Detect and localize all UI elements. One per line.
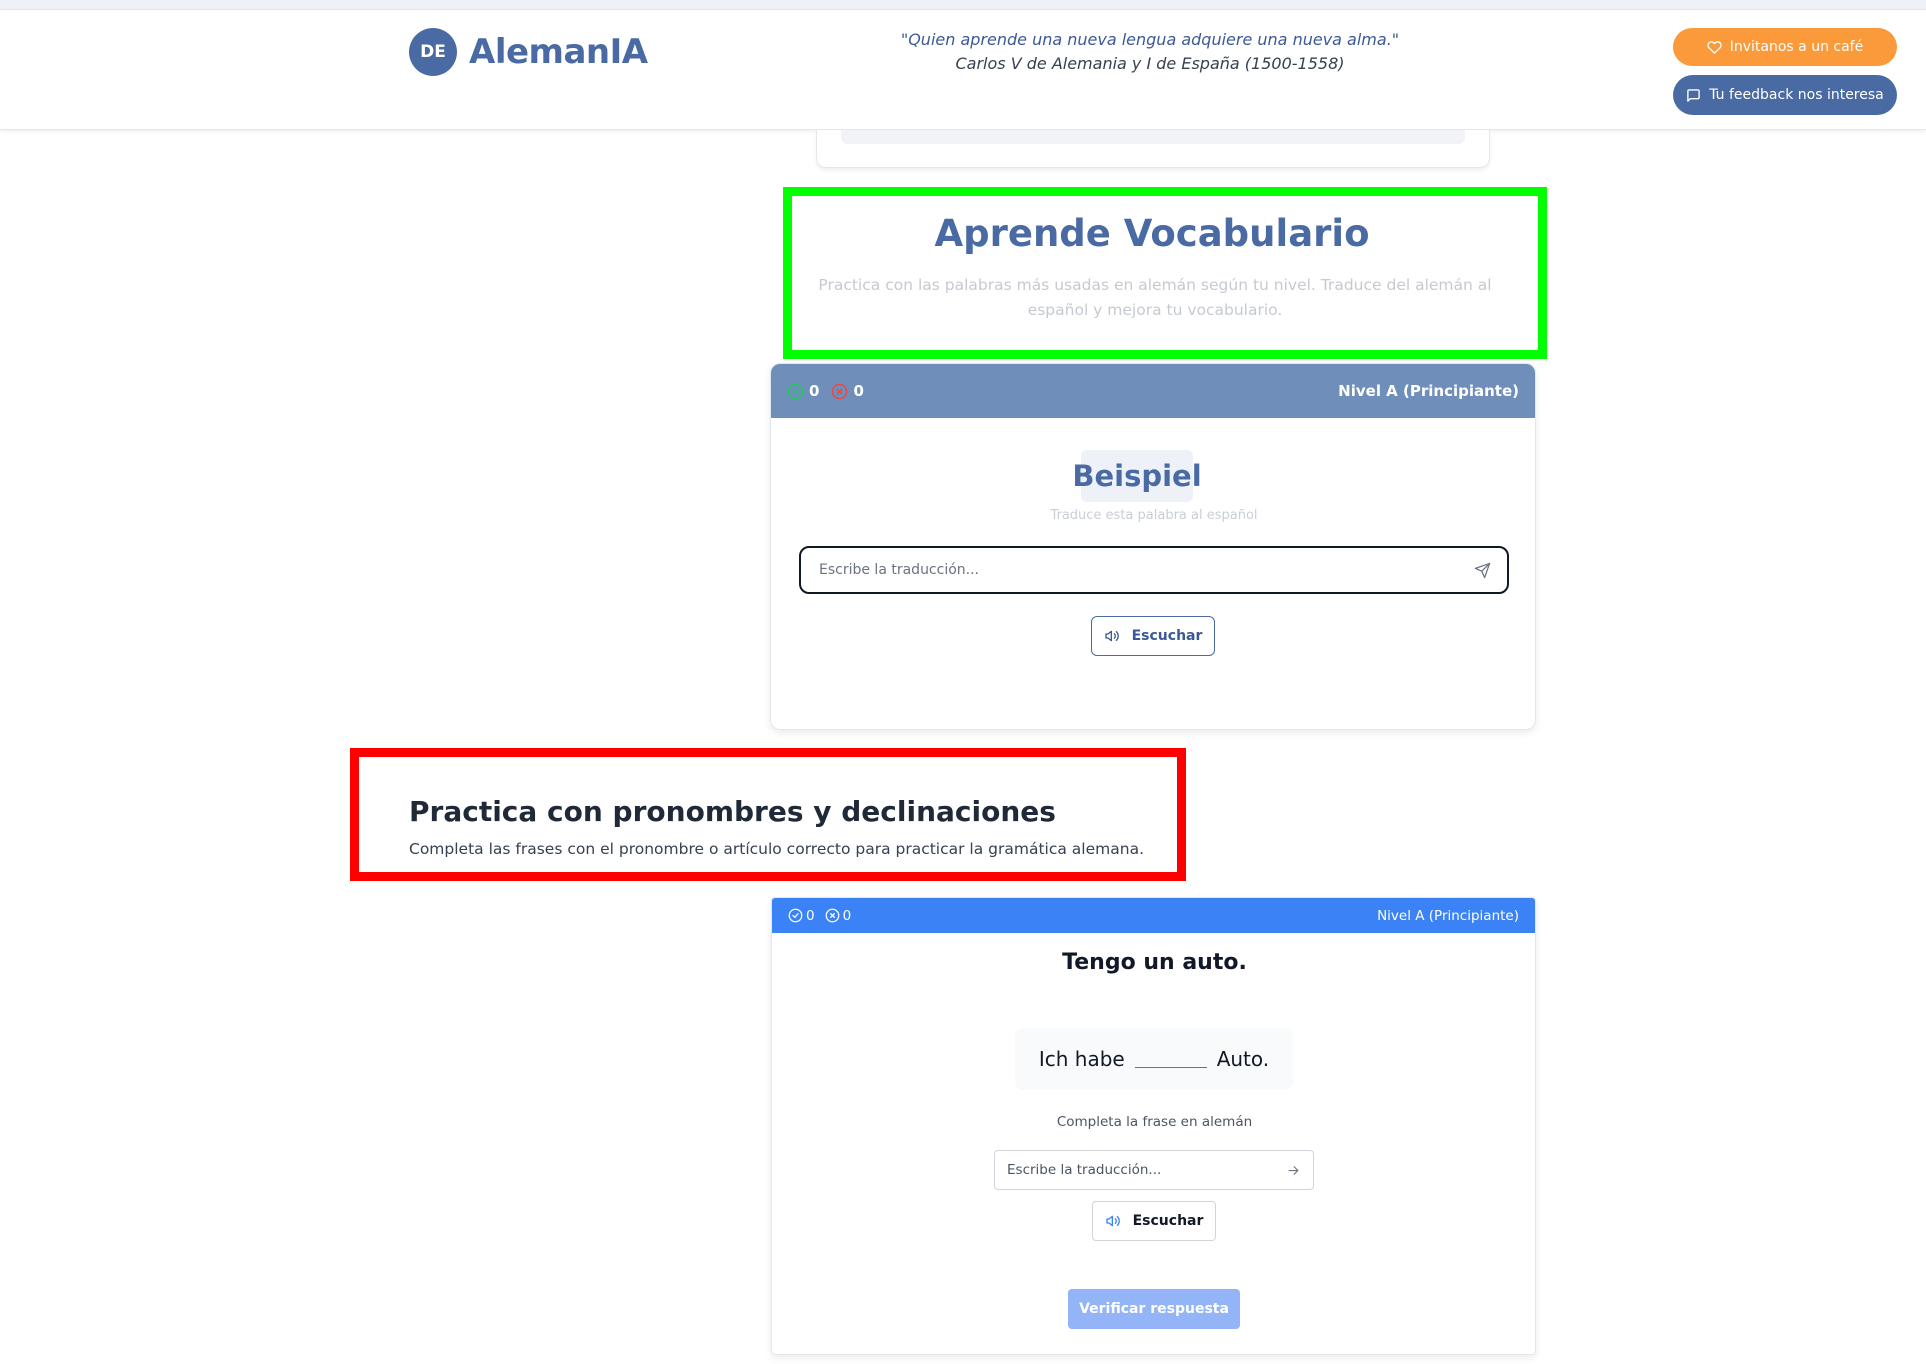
grammar-correct-count: 0 xyxy=(806,907,815,924)
grammar-hint: Completa la frase en alemán xyxy=(1056,1114,1253,1130)
header-quote: "Quien aprende una nueva lengua adquiere… xyxy=(880,28,1420,76)
vocab-listen-button[interactable]: Escuchar xyxy=(1091,616,1215,656)
browser-top-strip xyxy=(0,0,1926,10)
heart-icon xyxy=(1707,40,1722,55)
previous-card-bottom xyxy=(816,130,1490,168)
quote-text: "Quien aprende una nueva lengua adquiere… xyxy=(900,30,1400,49)
vocab-card: 0 0 Nivel A (Principiante) Beispiel Trad… xyxy=(770,363,1536,730)
vocab-scores: 0 0 xyxy=(787,382,864,400)
vocab-correct-count: 0 xyxy=(809,382,820,400)
site-header: DE AlemanIA "Quien aprende una nueva len… xyxy=(0,10,1926,130)
grammar-level: Nivel A (Principiante) xyxy=(1377,907,1519,924)
grammar-scores: 0 0 xyxy=(788,908,851,924)
feedback-label: Tu feedback nos interesa xyxy=(1709,87,1884,103)
site-logo[interactable]: DE AlemanIA xyxy=(409,28,648,76)
quote-author: Carlos V de Alemania y I de España (1500… xyxy=(955,54,1345,73)
buy-coffee-label: Invitanos a un café xyxy=(1729,39,1864,55)
green-highlight-box xyxy=(783,187,1547,359)
grammar-listen-label: Escuchar xyxy=(1132,1213,1204,1229)
send-icon[interactable] xyxy=(1474,562,1491,579)
sentence-part-before: Ich habe xyxy=(1038,1047,1125,1071)
x-circle-icon xyxy=(831,383,848,400)
speaker-icon xyxy=(1105,1213,1121,1229)
grammar-sentence-german: Ich habe Auto. xyxy=(1015,1028,1293,1090)
x-circle-icon xyxy=(825,908,840,923)
vocab-wrong-score: 0 xyxy=(831,382,864,400)
feedback-button[interactable]: Tu feedback nos interesa xyxy=(1673,75,1897,115)
vocab-wrong-count: 0 xyxy=(853,382,864,400)
vocab-hint: Traduce esta palabra al español xyxy=(1050,508,1258,523)
grammar-card: 0 0 Nivel A (Principiante) Tengo un auto… xyxy=(771,897,1536,1355)
vocab-listen-label: Escuchar xyxy=(1131,628,1203,644)
previous-card-bar xyxy=(841,130,1465,144)
grammar-section-subtitle: Completa las frases con el pronombre o a… xyxy=(409,840,1144,858)
grammar-listen-button[interactable]: Escuchar xyxy=(1092,1201,1216,1241)
grammar-input-wrapper xyxy=(994,1150,1314,1190)
buy-coffee-button[interactable]: Invitanos a un café xyxy=(1673,28,1897,66)
vocab-input-wrapper xyxy=(799,546,1509,594)
grammar-section-title: Practica con pronombres y declinaciones xyxy=(409,795,1056,828)
check-circle-icon xyxy=(787,383,804,400)
vocab-correct-score: 0 xyxy=(787,382,819,400)
grammar-wrong-count: 0 xyxy=(842,907,852,924)
vocab-level: Nivel A (Principiante) xyxy=(1338,382,1519,400)
vocab-translation-input[interactable] xyxy=(819,562,1474,578)
grammar-answer-input[interactable] xyxy=(1007,1162,1286,1178)
logo-text: AlemanIA xyxy=(469,32,648,72)
vocab-word: Beispiel xyxy=(1072,450,1202,502)
grammar-correct-score: 0 xyxy=(788,908,815,924)
grammar-wrong-score: 0 xyxy=(825,907,852,924)
speaker-icon xyxy=(1104,628,1120,644)
vocab-card-header: 0 0 Nivel A (Principiante) xyxy=(771,364,1535,418)
logo-badge: DE xyxy=(409,28,457,76)
sentence-blank xyxy=(1134,1050,1207,1068)
sentence-part-after: Auto. xyxy=(1216,1047,1270,1071)
grammar-card-header: 0 0 Nivel A (Principiante) xyxy=(772,898,1535,933)
message-icon xyxy=(1686,88,1701,103)
check-circle-icon xyxy=(788,908,803,923)
grammar-sentence-spanish: Tengo un auto. xyxy=(1062,950,1247,975)
arrow-right-icon[interactable] xyxy=(1286,1163,1301,1178)
verify-answer-button[interactable]: Verificar respuesta xyxy=(1068,1289,1240,1329)
